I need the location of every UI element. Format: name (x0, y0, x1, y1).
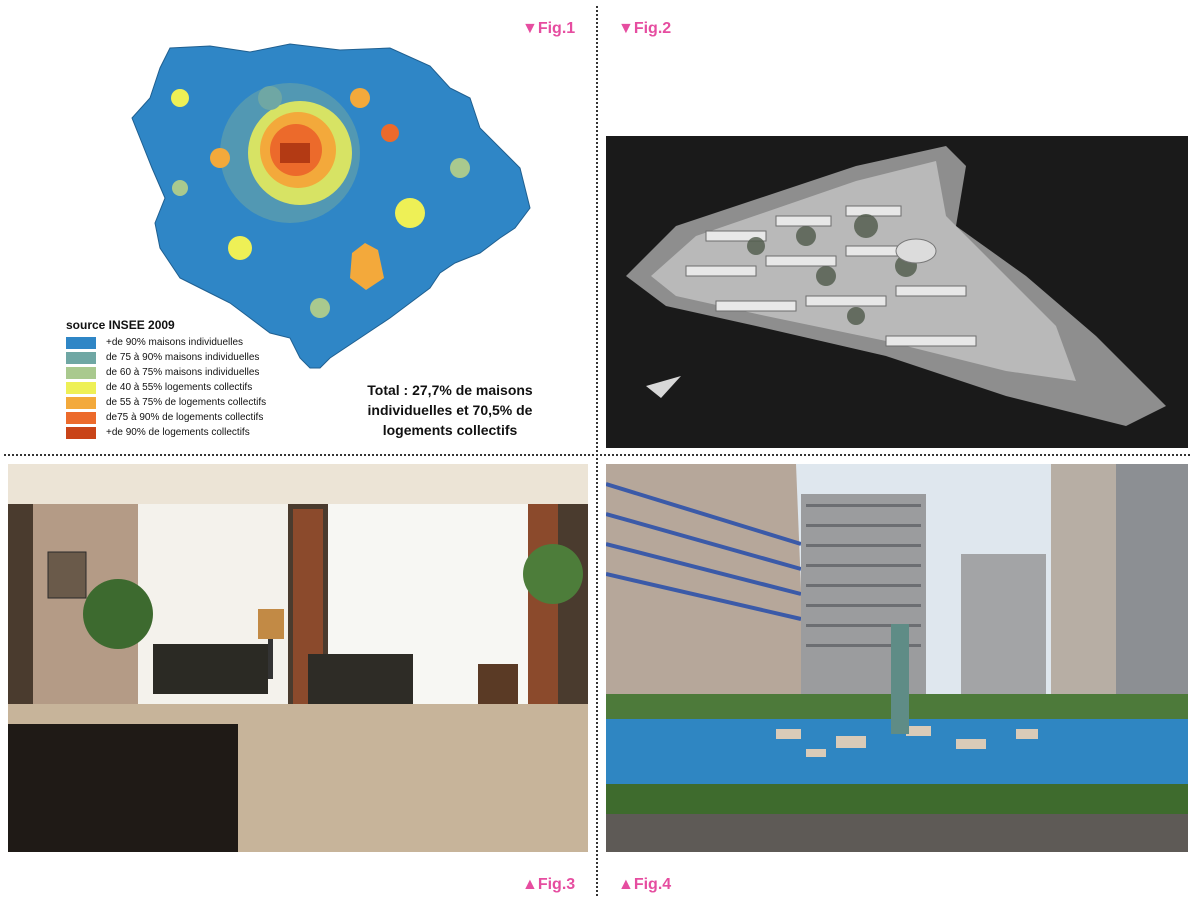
horizontal-divider (4, 454, 1190, 456)
architectural-model-photo (606, 136, 1188, 448)
map-total-caption: Total : 27,7% de maisons individuelles e… (340, 380, 560, 440)
vertical-divider (596, 6, 598, 896)
legend-label: +de 90% de logements collectifs (106, 427, 250, 438)
legend-label: de 75 à 90% maisons individuelles (106, 352, 260, 363)
fig2-label: ▼Fig.2 (618, 20, 672, 37)
map-legend: source INSEE 2009 +de 90% maisons indivi… (66, 318, 266, 440)
model-graphic (606, 136, 1188, 448)
legend-swatch (66, 381, 96, 394)
legend-source: source INSEE 2009 (66, 318, 175, 332)
legend-label: de75 à 90% de logements collectifs (106, 412, 264, 423)
legend-item: de 75 à 90% maisons individuelles (66, 350, 266, 365)
legend-swatch (66, 336, 96, 349)
legend-label: de 55 à 75% de logements collectifs (106, 397, 267, 408)
legend-item: +de 90% de logements collectifs (66, 425, 266, 440)
legend-swatch (66, 366, 96, 379)
legend-item: de 60 à 75% maisons individuelles (66, 365, 266, 380)
courtyard-graphic (606, 464, 1188, 852)
total-line: Total : 27,7% de maisons (367, 382, 533, 398)
legend-label: de 40 à 55% logements collectifs (106, 382, 253, 393)
courtyard-pool-photo (606, 464, 1188, 852)
legend-label: +de 90% maisons individuelles (106, 337, 244, 348)
legend-label: de 60 à 75% maisons individuelles (106, 367, 260, 378)
legend-swatch (66, 396, 96, 409)
legend-swatch (66, 426, 96, 439)
fig4-label: ▲Fig.4 (618, 876, 672, 893)
legend-swatch (66, 351, 96, 364)
total-line: logements collectifs (382, 422, 518, 438)
legend-item: de75 à 90% de logements collectifs (66, 410, 266, 425)
legend-item: +de 90% maisons individuelles (66, 335, 266, 350)
total-line: individuelles et 70,5% de (367, 402, 533, 418)
legend-swatch (66, 411, 96, 424)
interior-living-room-photo (8, 464, 588, 852)
legend-item: de 40 à 55% logements collectifs (66, 380, 266, 395)
fig3-label: ▲Fig.3 (522, 876, 576, 893)
legend-item: de 55 à 75% de logements collectifs (66, 395, 266, 410)
fig1-label: ▼Fig.1 (522, 20, 576, 37)
interior-graphic (8, 464, 588, 852)
